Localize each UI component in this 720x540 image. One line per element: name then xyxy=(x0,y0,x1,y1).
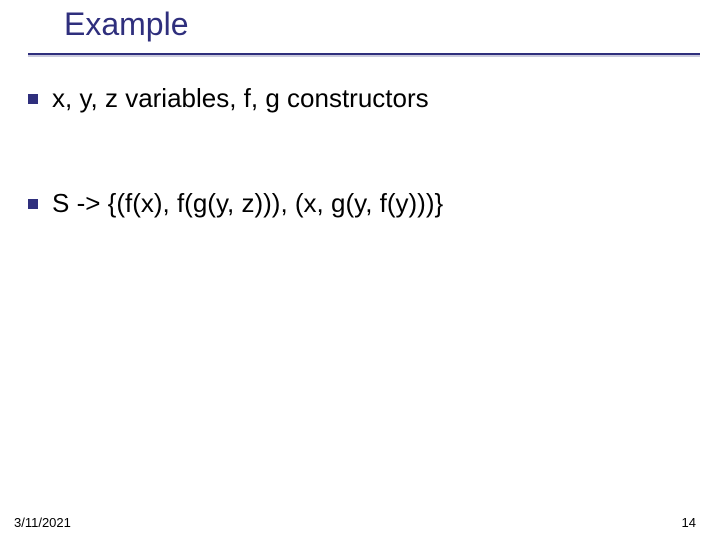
title-block: Example xyxy=(64,6,189,43)
bullet-text: S -> {(f(x), f(g(y, z))), (x, g(y, f(y))… xyxy=(52,187,443,220)
list-item: S -> {(f(x), f(g(y, z))), (x, g(y, f(y))… xyxy=(28,187,692,220)
title-underline-shadow xyxy=(28,55,700,57)
slide: Example x, y, z variables, f, g construc… xyxy=(0,0,720,540)
body-content: x, y, z variables, f, g constructors S -… xyxy=(28,82,692,291)
list-item: x, y, z variables, f, g constructors xyxy=(28,82,692,115)
footer-page-number: 14 xyxy=(682,515,696,530)
footer-date: 3/11/2021 xyxy=(14,515,71,530)
bullet-text: x, y, z variables, f, g constructors xyxy=(52,82,429,115)
square-bullet-icon xyxy=(28,199,38,209)
square-bullet-icon xyxy=(28,94,38,104)
slide-title: Example xyxy=(64,6,189,43)
